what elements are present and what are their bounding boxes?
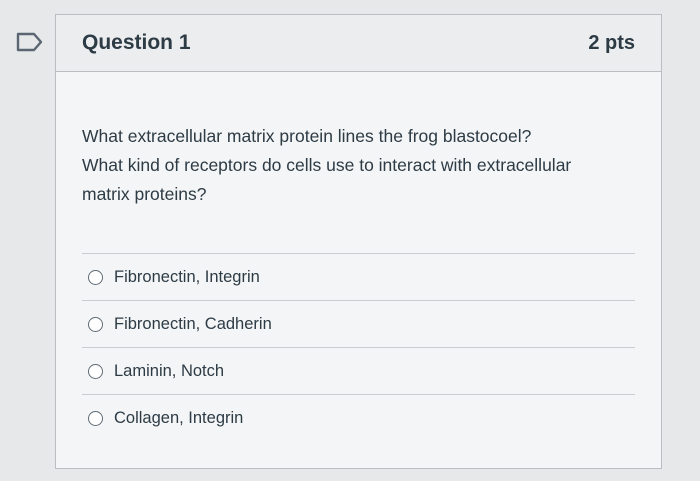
answer-option[interactable]: Collagen, Integrin [82,394,635,441]
question-header: Question 1 2 pts [56,15,661,72]
question-text-line: What kind of receptors do cells use to i… [82,155,572,175]
answer-label: Fibronectin, Integrin [114,267,260,286]
question-card: Question 1 2 pts What extracellular matr… [55,14,662,469]
quiz-page: Question 1 2 pts What extracellular matr… [0,0,700,481]
question-points: 2 pts [588,31,635,54]
flag-icon[interactable] [16,32,44,52]
answer-option[interactable]: Fibronectin, Cadherin [82,300,635,347]
answer-label: Collagen, Integrin [114,408,244,427]
radio-button[interactable] [88,363,103,379]
answer-label: Fibronectin, Cadherin [114,314,272,333]
question-title: Question 1 [82,31,191,54]
radio-button[interactable] [88,316,103,332]
question-text-line: What extracellular matrix protein lines … [82,126,532,146]
radio-button[interactable] [88,410,103,426]
answer-option[interactable]: Fibronectin, Integrin [82,253,635,300]
question-body: What extracellular matrix protein lines … [56,72,661,441]
answer-label: Laminin, Notch [114,361,225,380]
question-text: What extracellular matrix protein lines … [82,122,642,209]
question-text-line: matrix proteins? [82,184,207,204]
answer-list: Fibronectin, Integrin Fibronectin, Cadhe… [82,253,635,441]
answer-option[interactable]: Laminin, Notch [82,347,635,394]
radio-button[interactable] [88,269,103,285]
